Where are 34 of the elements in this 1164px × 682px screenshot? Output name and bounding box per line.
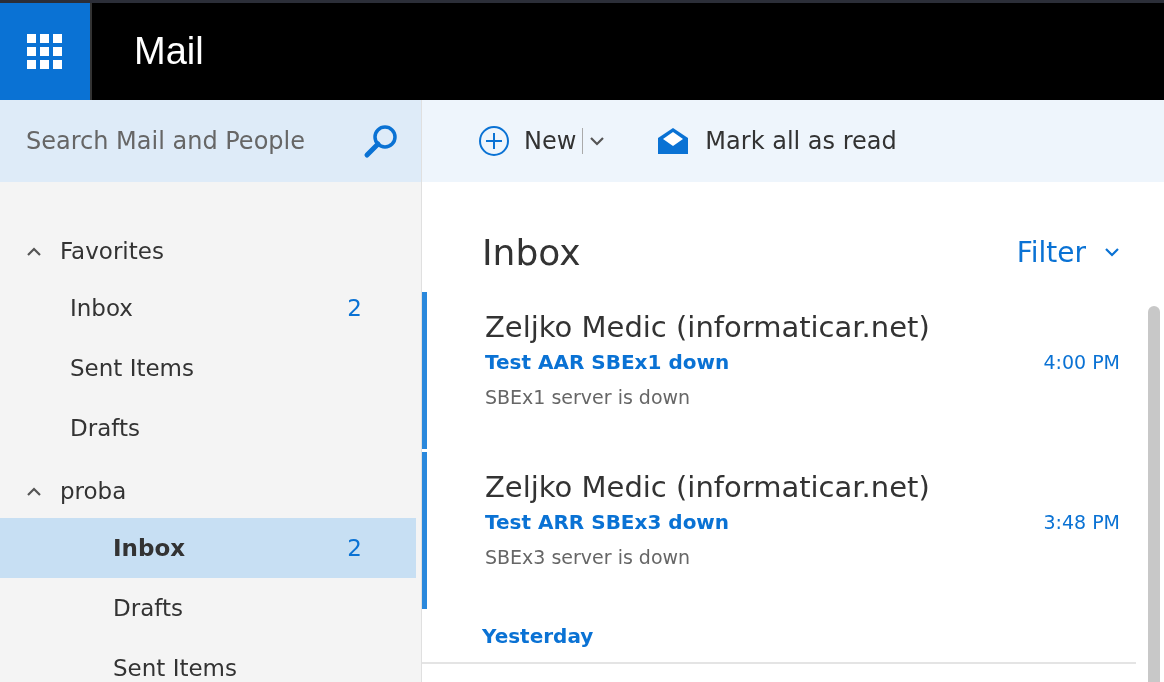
open-envelope-icon xyxy=(657,127,690,155)
folder-title: Inbox xyxy=(482,231,581,273)
search-icon[interactable] xyxy=(363,123,399,159)
message-preview: SBEx1 server is down xyxy=(485,386,692,408)
filter-button[interactable]: Filter xyxy=(1016,235,1120,269)
message-preview: SBEx3 server is down xyxy=(485,546,692,568)
search-box[interactable]: Search Mail and People xyxy=(0,100,421,182)
waffle-icon xyxy=(27,33,63,70)
folder-group-label[interactable]: proba xyxy=(60,478,127,504)
collapse-icon[interactable] xyxy=(26,486,42,496)
sender-name: Zeljko Medic (informaticar.net) xyxy=(485,310,931,344)
folder-item[interactable]: Sent Items xyxy=(0,638,416,682)
message-subject: Test AAR SBEx1 down xyxy=(485,350,730,374)
mark-all-read-button[interactable]: Mark all as read xyxy=(657,127,897,155)
folder-item[interactable]: Inbox 2 xyxy=(0,278,416,338)
app-title: Mail xyxy=(134,30,204,73)
collapse-icon[interactable] xyxy=(26,246,42,256)
message-subject: Test ARR SBEx3 down xyxy=(485,510,730,534)
search-field[interactable]: Search Mail and People xyxy=(26,127,346,155)
folder-item[interactable]: Drafts xyxy=(0,398,416,458)
sender-name: Zeljko Medic (informaticar.net) xyxy=(485,470,931,504)
caret-icon[interactable] xyxy=(589,136,606,146)
folder-item[interactable]: Drafts xyxy=(0,578,416,638)
app-launcher-button[interactable] xyxy=(0,3,92,100)
folder-item[interactable]: Sent Items xyxy=(0,338,416,398)
new-button[interactable]: New xyxy=(478,125,577,157)
folder-item[interactable]: Inbox 2 xyxy=(0,518,416,578)
scrollbar[interactable] xyxy=(1148,306,1160,682)
add-icon xyxy=(478,125,510,157)
caret-icon[interactable] xyxy=(1104,247,1120,257)
message-time: 4:00 PM xyxy=(1043,351,1120,373)
message-time: 3:48 PM xyxy=(1043,511,1120,533)
date-group-header: Yesterday xyxy=(482,624,594,648)
folder-group-label[interactable]: Favorites xyxy=(60,238,164,264)
